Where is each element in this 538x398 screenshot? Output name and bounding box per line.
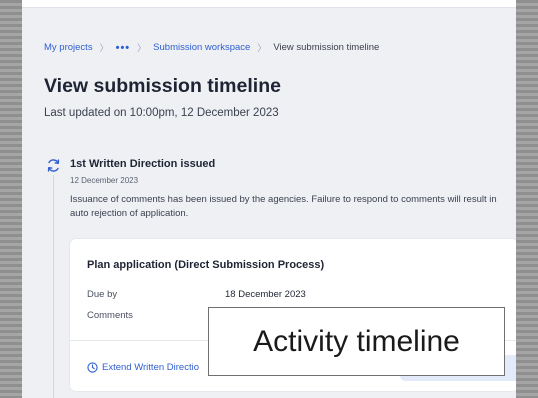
background-left: [0, 0, 22, 398]
timeline-line: [53, 175, 54, 398]
breadcrumb-my-projects[interactable]: My projects: [44, 42, 93, 53]
caption-overlay: Activity timeline: [208, 307, 505, 376]
breadcrumb-separator: 〉: [257, 43, 267, 53]
event-description: Issuance of comments has been issued by …: [70, 194, 497, 219]
due-by-label: Due by: [87, 289, 118, 300]
breadcrumb-separator: 〉: [99, 43, 109, 53]
event-date: 12 December 2023: [70, 176, 139, 185]
last-updated-text: Last updated on 10:00pm, 12 December 202…: [44, 107, 279, 119]
page-title: View submission timeline: [44, 75, 281, 97]
breadcrumb-submission-workspace[interactable]: Submission workspace: [153, 42, 250, 53]
caption-text: Activity timeline: [253, 324, 460, 358]
breadcrumb: My projects 〉 ••• 〉 Submission workspace…: [44, 41, 379, 54]
refresh-icon: [46, 158, 61, 173]
breadcrumb-separator: 〉: [137, 43, 147, 53]
due-by-value: 18 December 2023: [225, 289, 306, 300]
clock-icon: [87, 362, 98, 373]
comments-label: Comments: [87, 310, 133, 321]
background-right: [516, 0, 538, 398]
extend-link-label: Extend Written Directio: [102, 362, 199, 373]
breadcrumb-current: View submission timeline: [273, 42, 380, 53]
card-title: Plan application (Direct Submission Proc…: [87, 259, 325, 271]
event-title: 1st Written Direction issued: [70, 158, 216, 170]
breadcrumb-ellipsis[interactable]: •••: [116, 42, 131, 54]
extend-written-direction-link[interactable]: Extend Written Directio: [87, 362, 199, 373]
top-bar: [22, 0, 516, 8]
